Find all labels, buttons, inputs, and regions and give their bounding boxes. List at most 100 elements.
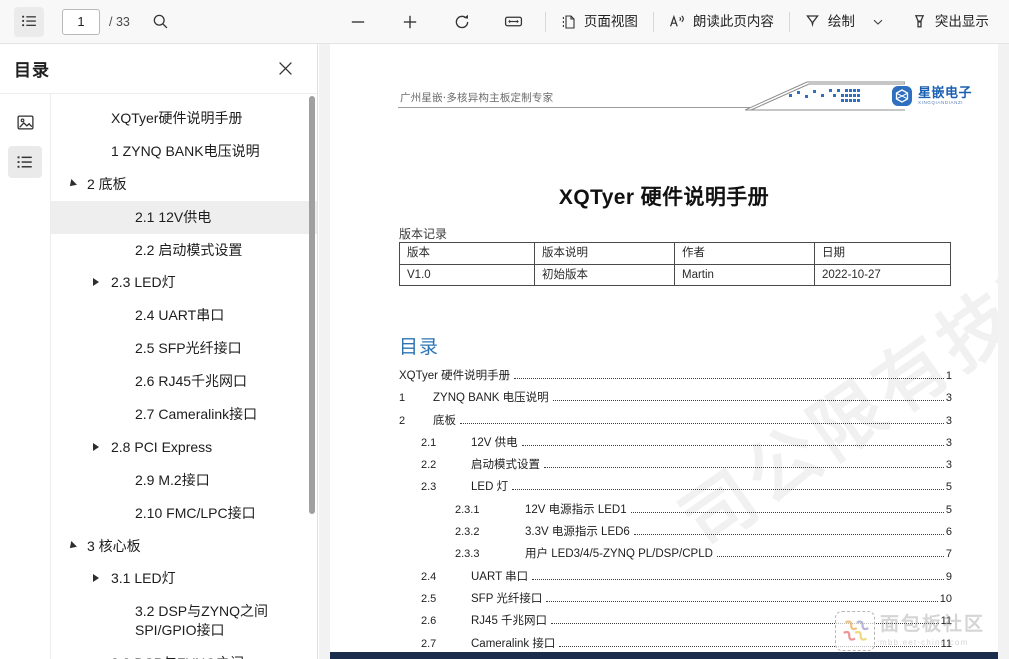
draw-button[interactable]: 绘制 (798, 7, 861, 37)
toc-item-label: 2.3 LED灯 (111, 273, 176, 292)
toc-item-label: 3.3 DSP与ZYNQ之间 (111, 654, 244, 659)
list-icon (21, 13, 38, 30)
plus-icon (401, 13, 419, 31)
toc-item[interactable]: 2 底板 (51, 168, 317, 201)
rotate-button[interactable] (447, 7, 477, 37)
toc-item[interactable]: 2.8 PCI Express (51, 431, 317, 464)
logo-hex-icon (890, 84, 914, 108)
collapse-triangle-icon[interactable] (65, 177, 79, 191)
toc-item[interactable]: 2.10 FMC/LPC接口 (51, 497, 317, 530)
doc-toc-number: 2.3.2 (455, 526, 511, 538)
doc-toc-page: 10 (940, 593, 952, 605)
fit-width-button[interactable] (499, 7, 529, 37)
toc-item[interactable]: 2.5 SFP光纤接口 (51, 332, 317, 365)
doc-toc-entry[interactable]: 2.4UART 串口9 (399, 568, 952, 590)
sidebar-close-button[interactable] (271, 54, 299, 82)
triangle-glyph (93, 443, 99, 451)
toc-item-label: 2.2 启动模式设置 (135, 241, 242, 260)
doc-toc-entry[interactable]: 2.2启动模式设置3 (399, 456, 952, 478)
doc-toc-number: 2.5 (421, 593, 455, 605)
toc-item[interactable]: 2.4 UART串口 (51, 299, 317, 332)
page-number-input[interactable]: 1 (62, 9, 100, 35)
page-footer-bar (330, 652, 998, 659)
expand-triangle-icon[interactable] (89, 571, 103, 585)
toc-item[interactable]: 3.3 DSP与ZYNQ之间 (51, 647, 317, 659)
toc-item[interactable]: 2.2 启动模式设置 (51, 234, 317, 267)
triangle-glyph (93, 278, 99, 286)
toc-item[interactable]: 2.6 RJ45千兆网口 (51, 365, 317, 398)
highlight-label: 突出显示 (935, 15, 989, 29)
read-aloud-button[interactable]: 朗读此页内容 (662, 7, 781, 37)
toolbar-divider-3 (789, 12, 790, 32)
toc-item-label: 2 底板 (87, 175, 127, 194)
toc-toggle-button[interactable] (14, 7, 44, 37)
table-cell: 2022-10-27 (815, 264, 951, 286)
toc-scrollbar-thumb[interactable] (309, 96, 315, 514)
doc-toc-entry[interactable]: 1ZYNQ BANK 电压说明3 (399, 389, 952, 411)
doc-toc-entry[interactable]: XQTyer 硬件说明手册1 (399, 367, 952, 389)
toc-item[interactable]: 2.7 Cameralink接口 (51, 398, 317, 431)
toc-item-label: XQTyer硬件说明手册 (111, 109, 242, 128)
doc-toc-entry[interactable]: 2.3.112V 电源指示 LED15 (399, 501, 952, 523)
toc-scrollbar[interactable] (308, 94, 316, 659)
toc-item[interactable]: 2.1 12V供电 (51, 201, 317, 234)
collapse-triangle-icon[interactable] (65, 539, 79, 553)
doc-toc-entry[interactable]: 2.112V 供电3 (399, 434, 952, 456)
doc-toc-page: 3 (946, 437, 952, 449)
sidebar-item-thumbnails[interactable] (8, 106, 42, 138)
toc-item-label: 2.5 SFP光纤接口 (135, 339, 242, 358)
doc-toc-entry[interactable]: 2.3.3用户 LED3/4/5-ZYNQ PL/DSP/CPLD7 (399, 545, 952, 567)
pdf-toolbar: 1 / 33 (0, 0, 1009, 44)
doc-toc-title: LED 灯 (471, 478, 508, 494)
sidebar-item-table-of-contents[interactable] (8, 146, 42, 178)
toc-item[interactable]: XQTyer硬件说明手册 (51, 102, 317, 135)
version-table: 版本版本说明作者日期V1.0初始版本Martin2022-10-27 (399, 242, 951, 286)
doc-toc-title: 12V 电源指示 LED1 (525, 501, 627, 517)
zoom-in-button[interactable] (395, 7, 425, 37)
highlight-button[interactable]: 突出显示 (905, 7, 995, 37)
doc-header-text: 广州星嵌·多核异构主板定制专家 (400, 90, 553, 105)
toc-item[interactable]: 3 核心板 (51, 530, 317, 563)
doc-toc-title: Cameralink 接口 (471, 635, 555, 651)
toc-item-label: 2.4 UART串口 (135, 306, 224, 325)
draw-label: 绘制 (828, 15, 855, 29)
doc-toc-leader (532, 579, 944, 580)
toc-item-label: 3.1 LED灯 (111, 569, 176, 588)
toc-item[interactable]: 2.9 M.2接口 (51, 464, 317, 497)
doc-toc-title: RJ45 千兆网口 (471, 612, 547, 628)
list-icon (16, 153, 34, 171)
toc-item[interactable]: 1 ZYNQ BANK电压说明 (51, 135, 317, 168)
header-rule (398, 107, 751, 108)
doc-toc-entry[interactable]: 2底板3 (399, 412, 952, 434)
toc-list[interactable]: XQTyer硬件说明手册 1 ZYNQ BANK电压说明 2 底板 2.1 12V供电… (51, 94, 317, 659)
doc-toc-number: 2.3.3 (455, 548, 511, 560)
toc-item[interactable]: 3.1 LED灯 (51, 562, 317, 595)
expand-triangle-icon[interactable] (89, 275, 103, 289)
doc-toc-page: 3 (946, 415, 952, 427)
toc-item[interactable]: 3.2 DSP与ZYNQ之间SPI/GPIO接口 (51, 595, 317, 647)
read-aloud-icon (669, 13, 686, 30)
pen-icon (804, 13, 821, 30)
doc-toc-page: 7 (946, 548, 952, 560)
search-button[interactable] (146, 7, 176, 37)
zoom-out-button[interactable] (343, 7, 373, 37)
doc-toc-number: 2.4 (421, 571, 455, 583)
doc-toc-page: 9 (946, 571, 952, 583)
page-total-label: / 33 (109, 15, 130, 29)
draw-options-button[interactable] (863, 7, 893, 37)
pdf-page: 司公限有技科子电 广州星嵌·多核异构主板定制专家 (330, 44, 998, 659)
logo-cn-text: 星嵌电子 (918, 86, 972, 99)
doc-toc-entry[interactable]: 2.5SFP 光纤接口10 (399, 590, 952, 612)
doc-toc-entry[interactable]: 2.3.23.3V 电源指示 LED66 (399, 523, 952, 545)
doc-toc-entry[interactable]: 2.3LED 灯5 (399, 478, 952, 500)
doc-toc-page: 5 (946, 504, 952, 516)
thumbnail-icon (16, 113, 35, 132)
page-view-button[interactable]: 页面视图 (554, 7, 645, 37)
doc-toc-page: 11 (941, 615, 952, 627)
toc-item[interactable]: 2.3 LED灯 (51, 266, 317, 299)
expand-triangle-icon[interactable] (89, 440, 103, 454)
doc-toc-leader (631, 512, 944, 513)
doc-toc-leader (559, 646, 938, 647)
table-row: V1.0初始版本Martin2022-10-27 (400, 264, 951, 286)
doc-toc-entry[interactable]: 2.6RJ45 千兆网口11 (399, 612, 952, 634)
